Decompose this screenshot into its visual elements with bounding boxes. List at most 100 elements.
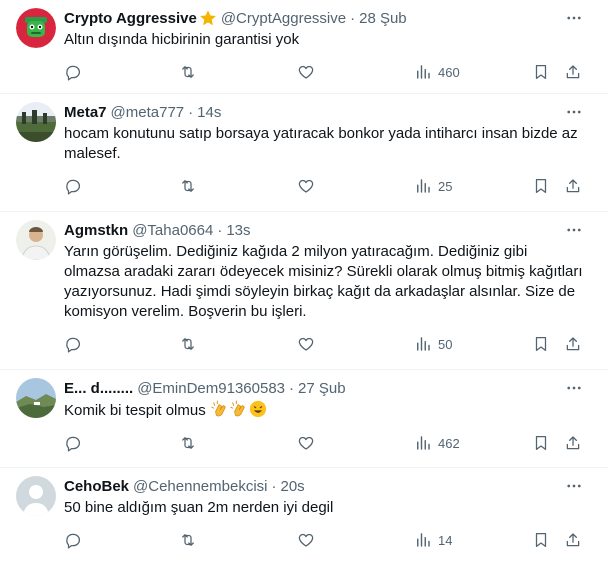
tweet[interactable]: Agmstkn @Taha0664 · 13s Yarın görüşelim.… xyxy=(0,212,608,370)
heart-icon xyxy=(298,533,314,547)
heart-icon xyxy=(298,179,314,193)
tweet-text: Yarın görüşelim. Dediğiniz kağıda 2 mily… xyxy=(64,243,583,320)
tweet-text: Komik bi tespit olmus xyxy=(64,402,206,419)
bookmark-button[interactable] xyxy=(532,530,550,550)
like-button[interactable] xyxy=(297,433,315,453)
timestamp[interactable]: 28 Şub xyxy=(359,10,407,27)
share-icon xyxy=(566,337,580,351)
more-icon xyxy=(567,484,581,488)
author-name[interactable]: E... d........ xyxy=(64,380,133,397)
bookmark-button[interactable] xyxy=(532,176,550,196)
bookmark-button[interactable] xyxy=(532,334,550,354)
author-name[interactable]: Agmstkn xyxy=(64,222,128,239)
more-options-button[interactable] xyxy=(564,102,584,122)
clapping-hands-emoji-icon xyxy=(211,400,226,417)
share-button[interactable] xyxy=(564,62,582,82)
star-icon xyxy=(199,10,216,26)
separator: · xyxy=(350,9,356,27)
bookmark-button[interactable] xyxy=(532,62,550,82)
reply-button[interactable] xyxy=(64,433,82,453)
retweet-button[interactable] xyxy=(179,530,197,550)
bar-chart-icon xyxy=(417,436,430,450)
like-button[interactable] xyxy=(297,62,315,82)
bar-chart-icon xyxy=(417,65,430,79)
timestamp[interactable]: 14s xyxy=(197,104,221,121)
more-icon xyxy=(567,228,581,232)
author-handle[interactable]: @CryptAggressive xyxy=(221,10,346,27)
tweet[interactable]: Crypto Aggressive @CryptAggressive · 28 … xyxy=(0,0,608,94)
views-count: 460 xyxy=(438,64,460,80)
bookmark-icon xyxy=(535,178,547,194)
tweet[interactable]: E... d........ @EminDem91360583 · 27 Şub… xyxy=(0,370,608,468)
more-options-button[interactable] xyxy=(564,8,584,28)
bar-chart-icon xyxy=(417,337,430,351)
landscape-photo-avatar-icon xyxy=(16,102,56,142)
like-button[interactable] xyxy=(297,530,315,550)
retweet-icon xyxy=(182,338,194,350)
retweet-button[interactable] xyxy=(179,433,197,453)
heart-icon xyxy=(298,436,314,450)
timestamp[interactable]: 13s xyxy=(226,222,250,239)
reply-icon xyxy=(66,179,81,195)
timestamp[interactable]: 27 Şub xyxy=(298,380,346,397)
timestamp[interactable]: 20s xyxy=(281,478,305,495)
separator: · xyxy=(217,221,223,239)
views-count: 14 xyxy=(438,532,453,548)
like-button[interactable] xyxy=(297,334,315,354)
heart-icon xyxy=(298,337,314,351)
bookmark-button[interactable] xyxy=(532,433,550,453)
views-button[interactable]: 462 xyxy=(414,433,460,453)
avatar[interactable] xyxy=(16,8,56,48)
share-button[interactable] xyxy=(564,176,582,196)
avatar[interactable] xyxy=(16,476,56,516)
grinning-face-emoji-icon xyxy=(249,400,266,418)
reply-icon xyxy=(66,337,81,353)
separator: · xyxy=(289,379,294,397)
author-handle[interactable]: @Cehennembekcisi xyxy=(133,478,267,495)
views-button[interactable]: 25 xyxy=(414,176,452,196)
reply-icon xyxy=(66,65,81,81)
share-icon xyxy=(566,179,580,193)
bar-chart-icon xyxy=(417,179,430,193)
author-name[interactable]: CehoBek xyxy=(64,478,129,495)
share-icon xyxy=(566,65,580,79)
views-button[interactable]: 50 xyxy=(414,334,452,354)
reply-icon xyxy=(66,436,81,452)
share-button[interactable] xyxy=(564,433,582,453)
person-photo-avatar-icon xyxy=(16,220,56,260)
action-bar: 462 xyxy=(64,427,592,463)
views-button[interactable]: 14 xyxy=(414,530,452,550)
share-button[interactable] xyxy=(564,530,582,550)
share-icon xyxy=(566,533,580,547)
retweet-button[interactable] xyxy=(179,334,197,354)
action-bar: 14 xyxy=(64,524,592,560)
action-bar: 25 xyxy=(64,170,592,206)
reply-button[interactable] xyxy=(64,62,82,82)
author-handle[interactable]: @EminDem91360583 xyxy=(137,380,285,397)
more-options-button[interactable] xyxy=(564,220,584,240)
tweet[interactable]: Meta7 @meta777 · 14s hocam konutunu satı… xyxy=(0,94,608,212)
bookmark-icon xyxy=(535,532,547,548)
author-handle[interactable]: @meta777 xyxy=(111,104,185,121)
reply-button[interactable] xyxy=(64,176,82,196)
separator: · xyxy=(271,477,277,495)
share-button[interactable] xyxy=(564,334,582,354)
author-name[interactable]: Meta7 xyxy=(64,104,107,121)
retweet-button[interactable] xyxy=(179,176,197,196)
more-options-button[interactable] xyxy=(564,378,584,398)
landscape-photo-avatar-icon xyxy=(16,378,56,418)
retweet-button[interactable] xyxy=(179,62,197,82)
reply-button[interactable] xyxy=(64,334,82,354)
avatar[interactable] xyxy=(16,220,56,260)
action-bar: 50 xyxy=(64,328,592,364)
bookmark-icon xyxy=(535,435,547,451)
like-button[interactable] xyxy=(297,176,315,196)
author-name[interactable]: Crypto Aggressive xyxy=(64,10,197,27)
author-handle[interactable]: @Taha0664 xyxy=(132,222,213,239)
avatar[interactable] xyxy=(16,102,56,142)
views-button[interactable]: 460 xyxy=(414,62,460,82)
tweet[interactable]: CehoBek @Cehennembekcisi · 20s 50 bine a… xyxy=(0,468,608,571)
avatar[interactable] xyxy=(16,378,56,418)
more-options-button[interactable] xyxy=(564,476,584,496)
reply-button[interactable] xyxy=(64,530,82,550)
